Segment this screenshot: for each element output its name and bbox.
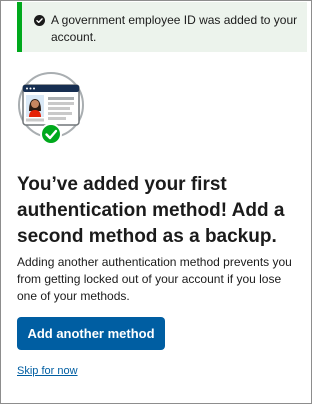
page-container: A government employee ID was added to yo… — [0, 0, 312, 404]
page-title: You’ve added your first authentication m… — [17, 174, 285, 247]
page-description: Adding another authentication method pre… — [17, 255, 292, 303]
alert-message: A government employee ID was added to yo… — [51, 13, 298, 44]
success-alert: A government employee ID was added to yo… — [17, 2, 307, 52]
skip-for-now-link[interactable]: Skip for now — [17, 365, 78, 377]
id-card-verified-icon — [18, 72, 84, 145]
check-circle-icon — [34, 15, 45, 26]
add-another-method-button[interactable]: Add another method — [17, 317, 165, 350]
